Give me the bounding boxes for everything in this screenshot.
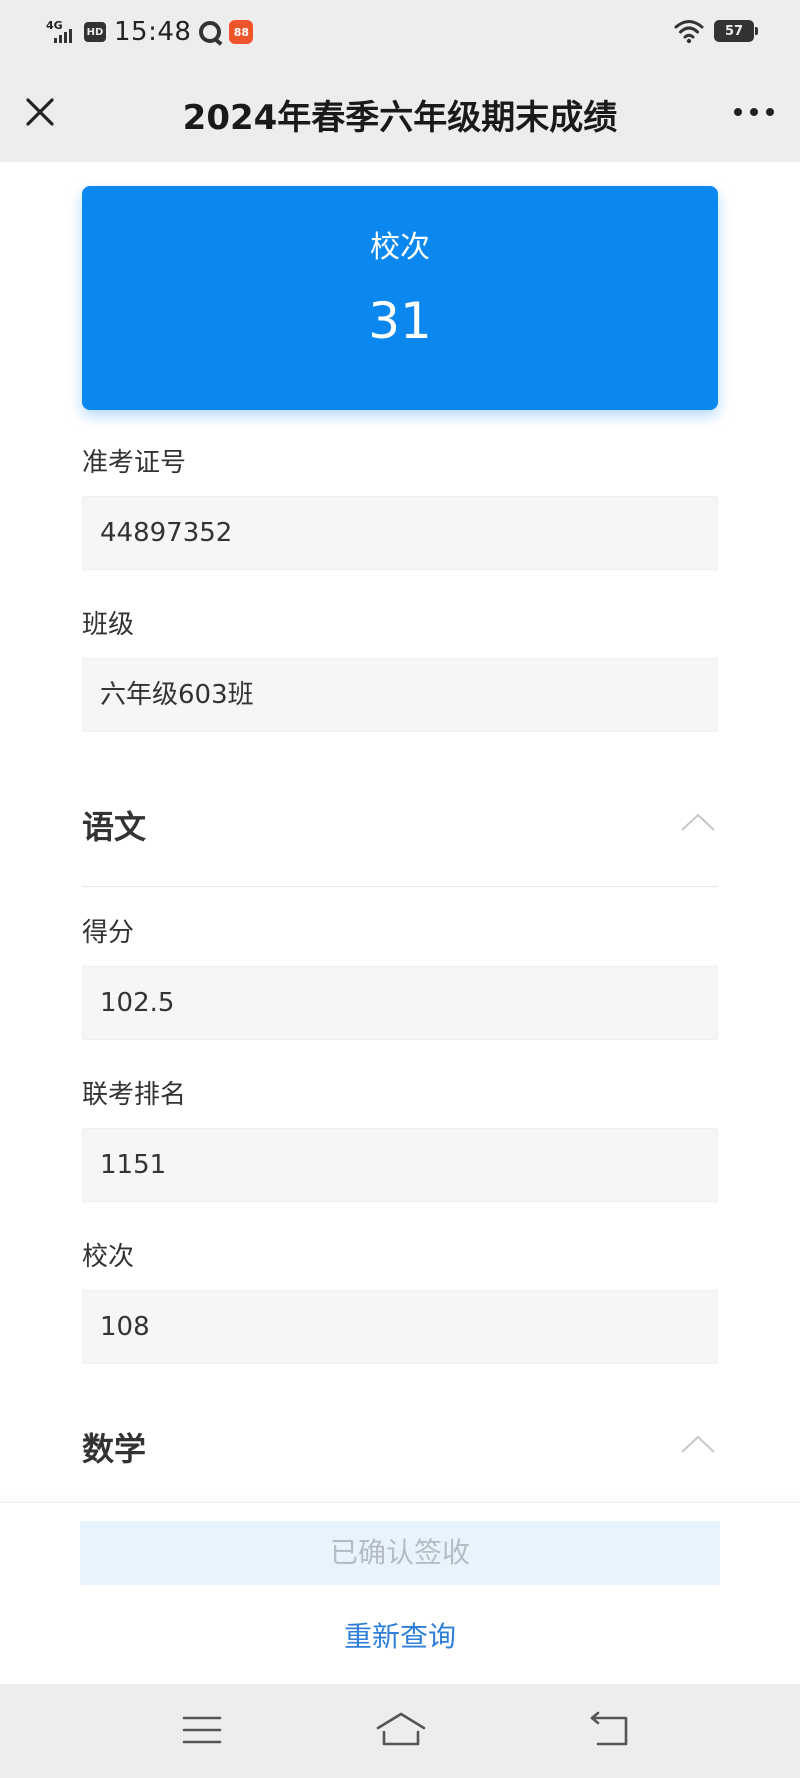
nav-bar: 2024年春季六年级期末成绩 [0, 64, 800, 162]
chinese-joint-rank-field: 1151 [82, 1128, 718, 1202]
school-rank-value: 31 [368, 292, 432, 350]
chinese-school-rank-field: 108 [82, 1290, 718, 1364]
chinese-school-rank-label: 校次 [82, 1242, 135, 1272]
status-bar: 4G HD 15:48 88 57 [0, 0, 800, 64]
chevron-up-icon[interactable] [680, 1434, 716, 1454]
chevron-up-icon[interactable] [680, 812, 716, 832]
exam-id-label: 准考证号 [82, 448, 187, 478]
class-field: 六年级603班 [82, 658, 718, 732]
chinese-score-label: 得分 [82, 918, 135, 948]
chinese-score-field: 102.5 [82, 966, 718, 1040]
status-left: 4G HD 15:48 88 [46, 14, 254, 50]
section-chinese-header[interactable]: 语文 [82, 786, 718, 862]
hd-icon: HD [84, 22, 106, 42]
class-label: 班级 [82, 610, 135, 640]
signal-icon: 4G [46, 17, 76, 47]
confirm-receipt-button[interactable]: 已确认签收 [80, 1521, 720, 1585]
q-app-icon [199, 21, 222, 43]
page-title: 2024年春季六年级期末成绩 [182, 98, 618, 138]
menu-icon[interactable] [180, 1710, 224, 1750]
score-content[interactable]: 校次 31 准考证号 44897352 班级 六年级603班 语文 得分 102… [0, 162, 800, 1502]
exam-id-field: 44897352 [82, 496, 718, 570]
home-icon[interactable] [374, 1710, 428, 1750]
section-math-header[interactable]: 数学 [82, 1408, 718, 1484]
status-time: 15:48 [114, 17, 192, 47]
school-rank-label: 校次 [370, 230, 430, 265]
section-math-title: 数学 [82, 1430, 147, 1468]
action-area: 已确认签收 重新查询 [0, 1502, 800, 1684]
chinese-joint-rank-label: 联考排名 [82, 1080, 187, 1110]
close-icon[interactable] [22, 94, 58, 130]
back-icon[interactable] [588, 1710, 632, 1750]
battery-icon: 57 [714, 20, 758, 42]
app-badge-icon: 88 [229, 20, 254, 44]
status-right: 57 [674, 18, 758, 44]
requery-link[interactable]: 重新查询 [0, 1615, 800, 1655]
section-divider [82, 886, 718, 887]
more-icon[interactable] [734, 98, 774, 126]
system-nav-bar [0, 1684, 800, 1778]
section-chinese-title: 语文 [82, 808, 147, 846]
wifi-icon [674, 20, 704, 44]
school-rank-card: 校次 31 [82, 186, 718, 410]
